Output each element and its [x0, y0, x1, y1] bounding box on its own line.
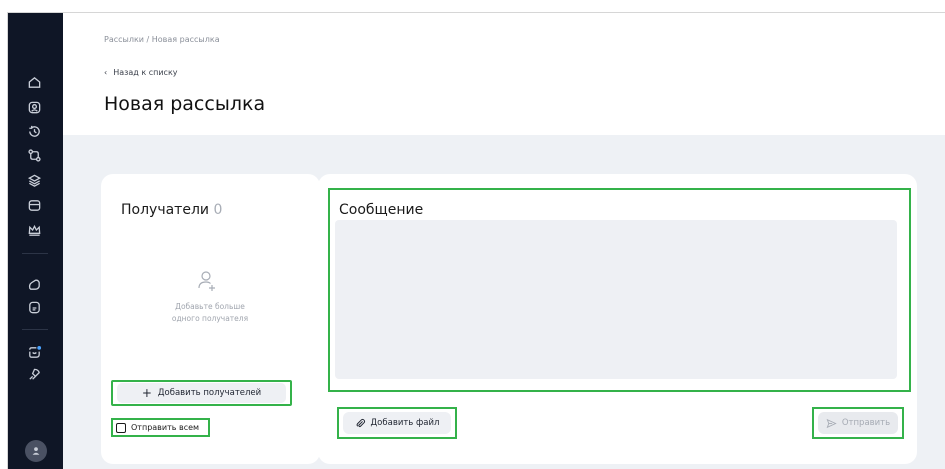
recipients-title-label: Получатели	[121, 202, 209, 218]
attach-file-label: Добавить файл	[370, 418, 440, 428]
recipients-title: Получатели 0	[121, 202, 222, 218]
back-link-label: Назад к списку	[113, 68, 178, 77]
send-all-checkbox[interactable]	[116, 422, 126, 433]
send-icon	[826, 418, 837, 428]
sidebar	[8, 13, 63, 469]
recipients-count: 0	[213, 202, 223, 218]
app-window: Рассылки / Новая рассылка ‹ Назад к спис…	[7, 12, 945, 469]
avatar[interactable]	[25, 440, 47, 462]
add-recipients-button[interactable]: + Добавить получателей	[117, 383, 286, 403]
back-link[interactable]: ‹ Назад к списку	[104, 68, 178, 77]
attach-file-button-highlight: Добавить файл	[337, 407, 457, 439]
add-recipients-label: Добавить получателей	[157, 388, 262, 398]
sidebar-divider	[22, 329, 48, 330]
message-title: Сообщение	[339, 202, 424, 218]
history-icon[interactable]	[25, 122, 43, 140]
send-button[interactable]: Отправить	[818, 412, 898, 434]
chevron-left-icon: ‹	[104, 68, 108, 77]
recipients-empty-line2: одного получателя	[171, 314, 249, 323]
sidebar-divider	[22, 253, 48, 254]
send-label: Отправить	[841, 418, 891, 428]
database-icon[interactable]	[25, 171, 43, 189]
page-header: Рассылки / Новая рассылка ‹ Назад к спис…	[63, 13, 945, 135]
breadcrumb[interactable]: Рассылки / Новая рассылка	[104, 35, 220, 44]
add-user-icon	[198, 271, 215, 291]
add-recipients-button-highlight: + Добавить получателей	[111, 380, 292, 406]
message-card: Сообщение Добавить файл Отправить	[318, 174, 917, 464]
recipients-empty-line1: Добавьте больше	[175, 302, 245, 311]
workflow-icon[interactable]	[25, 146, 43, 164]
storage-icon[interactable]	[25, 196, 43, 214]
crown-icon[interactable]	[25, 221, 43, 239]
document-icon[interactable]	[25, 298, 43, 316]
plus-icon: +	[141, 386, 152, 400]
contacts-icon[interactable]	[25, 98, 43, 116]
user-icon	[32, 447, 40, 455]
recipients-card: Получатели 0 Добавьте больше одного полу…	[101, 174, 320, 464]
send-all-toggle[interactable]: Отправить всем	[111, 418, 210, 437]
send-button-highlight: Отправить	[812, 407, 904, 439]
recipients-empty-hint: Добавьте больше одного получателя	[131, 301, 289, 325]
message-input[interactable]	[335, 220, 897, 379]
attach-file-button[interactable]: Добавить файл	[343, 412, 451, 434]
paperclip-icon	[356, 418, 365, 427]
chat-icon[interactable]	[25, 343, 43, 361]
home-icon[interactable]	[25, 73, 43, 91]
page-title: Новая рассылка	[104, 93, 266, 115]
notification-dot	[36, 345, 41, 350]
folder-icon[interactable]	[25, 275, 43, 293]
tag-icon[interactable]	[25, 365, 43, 383]
send-all-label: Отправить всем	[131, 423, 200, 432]
